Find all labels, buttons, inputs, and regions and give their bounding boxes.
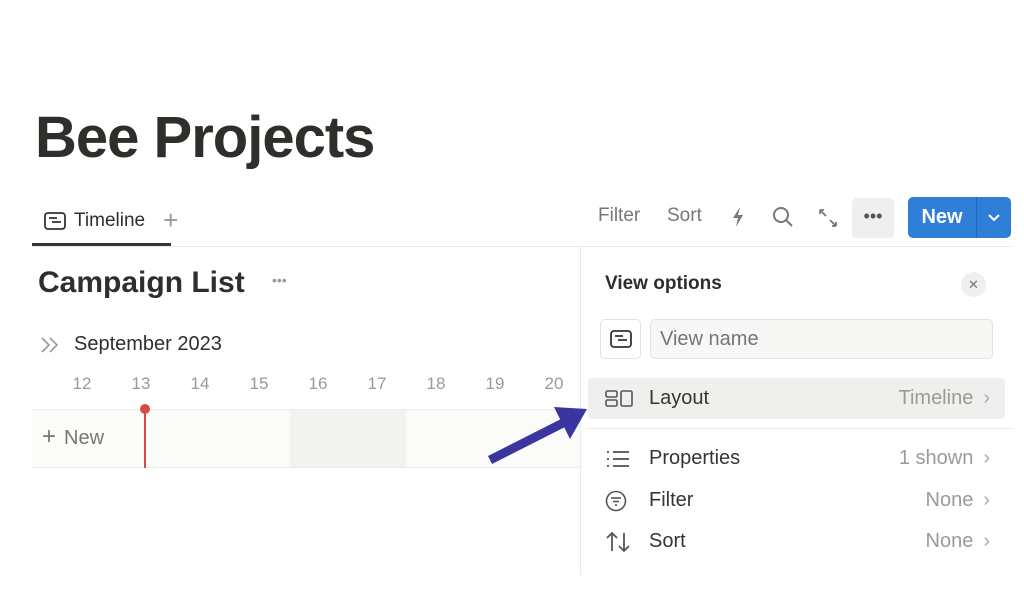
annotation-arrow-icon <box>487 407 587 465</box>
expand-icon[interactable] <box>818 208 838 228</box>
today-marker <box>140 404 150 414</box>
sort-icon <box>606 531 630 552</box>
option-value: Timeline <box>898 387 974 409</box>
layout-icon <box>605 389 633 407</box>
view-icon-button[interactable] <box>600 319 641 359</box>
list-icon <box>607 450 629 467</box>
day-label: 16 <box>308 374 328 393</box>
divider <box>588 428 1012 429</box>
today-line <box>144 409 146 468</box>
day-label: 19 <box>485 374 505 393</box>
filter-button[interactable]: Filter <box>598 205 640 227</box>
view-title[interactable]: Campaign List <box>38 266 245 300</box>
day-label: 14 <box>190 374 210 393</box>
double-chevron-icon[interactable] <box>40 336 62 354</box>
lightning-icon[interactable] <box>730 206 746 228</box>
chevron-right-icon: › <box>983 447 990 469</box>
tab-timeline[interactable]: Timeline + <box>44 205 178 236</box>
add-view-button[interactable]: + <box>163 205 178 236</box>
option-properties[interactable]: Properties 1 shown › <box>605 447 990 470</box>
option-sort[interactable]: Sort None › <box>605 530 990 553</box>
new-dropdown-button[interactable] <box>976 197 1011 238</box>
day-label: 17 <box>367 374 387 393</box>
sort-button[interactable]: Sort <box>667 205 702 227</box>
page-title: Bee Projects <box>35 105 375 170</box>
view-options-title: View options <box>605 273 722 294</box>
new-item-button[interactable]: + New <box>42 423 104 451</box>
month-label: September 2023 <box>74 333 222 355</box>
option-layout[interactable]: Layout Timeline › <box>605 387 990 410</box>
option-label: Layout <box>649 387 710 409</box>
chevron-right-icon: › <box>983 530 990 552</box>
weekend-shade <box>290 410 406 467</box>
option-filter[interactable]: Filter None › <box>605 489 990 512</box>
option-label: Filter <box>649 489 694 511</box>
more-options-button[interactable]: ••• <box>852 198 894 238</box>
day-label: 15 <box>249 374 269 393</box>
new-button-label[interactable]: New <box>908 206 976 229</box>
option-label: Sort <box>649 530 686 552</box>
day-label: 13 <box>131 374 151 393</box>
search-icon[interactable] <box>772 206 794 228</box>
view-name-input[interactable] <box>650 319 993 359</box>
day-label: 20 <box>544 374 564 393</box>
option-label: Properties <box>649 447 741 469</box>
option-value: None <box>925 530 974 552</box>
tab-label: Timeline <box>74 209 146 231</box>
view-menu-button[interactable]: ••• <box>272 272 287 288</box>
new-button[interactable]: New <box>908 197 1011 238</box>
option-value: None <box>925 489 974 511</box>
option-value: 1 shown <box>898 447 974 469</box>
filter-icon <box>605 490 627 511</box>
new-item-label: New <box>64 427 105 449</box>
timeline-icon <box>44 211 66 230</box>
chevron-down-icon <box>988 214 1000 222</box>
divider <box>32 246 1012 247</box>
chevron-right-icon: › <box>983 489 990 511</box>
day-label: 12 <box>72 374 92 393</box>
day-label: 18 <box>426 374 446 393</box>
timeline-icon <box>609 330 632 348</box>
close-icon[interactable]: ✕ <box>961 272 986 297</box>
chevron-right-icon: › <box>983 387 990 409</box>
